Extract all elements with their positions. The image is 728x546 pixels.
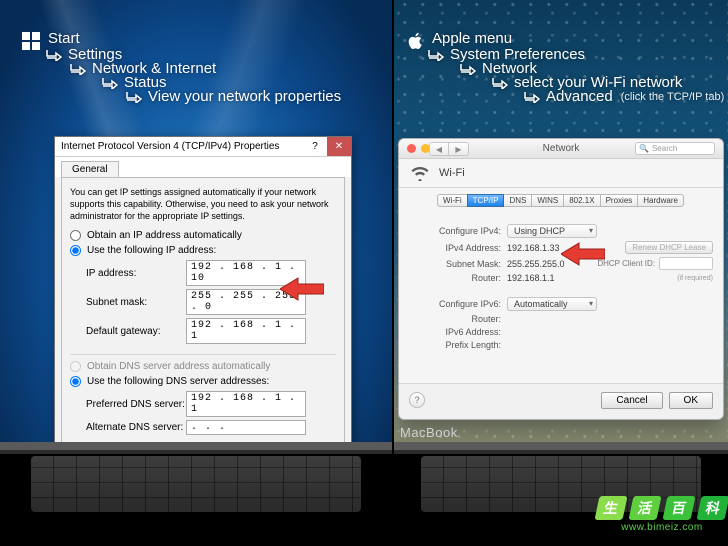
wifi-icon xyxy=(409,165,431,181)
macbook-label: MacBook xyxy=(400,425,458,440)
ipv4-address-label: IPv4 Address: xyxy=(409,243,507,253)
breadcrumb-windows: Start Settings Network & Internet Status… xyxy=(22,30,341,104)
alternate-dns-input[interactable]: . . . xyxy=(186,420,306,435)
tab-general[interactable]: General xyxy=(61,161,119,177)
info-text: You can get IP settings assigned automat… xyxy=(70,186,336,222)
configure-ipv4-select[interactable]: Using DHCP xyxy=(507,224,597,238)
arrow-icon xyxy=(492,77,508,89)
arrow-icon xyxy=(102,77,118,89)
watermark-url: www.bimeiz.com xyxy=(621,522,702,533)
close-button[interactable]: ✕ xyxy=(327,137,351,156)
crumb-view-properties: View your network properties xyxy=(148,90,341,104)
connection-name: Wi-Fi xyxy=(439,167,465,179)
watermark: 生 活 百 科 www.bimeiz.com xyxy=(602,488,722,540)
arrow-icon xyxy=(524,91,540,103)
tab-wins[interactable]: WINS xyxy=(531,194,564,207)
network-preferences-window: ◀ ▶ Network 🔍 Search Wi-Fi Wi-Fi TCP/IP … xyxy=(398,138,724,420)
configure-ipv6-label: Configure IPv6: xyxy=(409,299,507,309)
preferred-dns-input[interactable]: 192 . 168 . 1 . 1 xyxy=(186,391,306,417)
subnet-mask-label: Subnet Mask: xyxy=(409,259,507,269)
arrow-icon xyxy=(460,63,476,75)
dialog-title: Internet Protocol Version 4 (TCP/IPv4) P… xyxy=(61,141,279,152)
ipv6-router-label: Router: xyxy=(409,314,507,324)
arrow-icon xyxy=(126,91,142,103)
help-button[interactable]: ? xyxy=(303,137,327,156)
radio-obtain-ip[interactable]: Obtain an IP address automatically xyxy=(70,230,336,241)
help-button[interactable]: ? xyxy=(409,392,425,408)
tab-wifi[interactable]: Wi-Fi xyxy=(437,194,468,207)
tab-tcpip[interactable]: TCP/IP xyxy=(467,194,505,207)
windows-logo-icon xyxy=(22,32,40,50)
apple-logo-icon xyxy=(408,32,424,50)
tab-dns[interactable]: DNS xyxy=(503,194,532,207)
dhcp-client-id-label: DHCP Client ID: xyxy=(597,259,655,268)
ipv4-address-value: 192.168.1.33 xyxy=(507,243,560,253)
subnet-mask-value: 255.255.255.0 xyxy=(507,259,565,269)
tab-bar: Wi-Fi TCP/IP DNS WINS 802.1X Proxies Har… xyxy=(399,188,723,215)
arrow-icon xyxy=(70,63,86,75)
radio-use-dns[interactable]: Use the following DNS server addresses: xyxy=(70,376,336,387)
arrow-icon xyxy=(428,49,444,61)
dhcp-client-hint: (if required) xyxy=(677,275,713,282)
default-gateway-label: Default gateway: xyxy=(86,326,186,337)
ok-button[interactable]: OK xyxy=(669,392,713,409)
radio-use-ip[interactable]: Use the following IP address: xyxy=(70,245,336,256)
crumb-advanced: Advanced xyxy=(546,90,613,104)
tab-8021x[interactable]: 802.1X xyxy=(563,194,600,207)
tab-proxies[interactable]: Proxies xyxy=(600,194,639,207)
ip-address-label: IP address: xyxy=(86,268,186,279)
search-icon: 🔍 xyxy=(639,144,649,153)
tab-hardware[interactable]: Hardware xyxy=(637,194,684,207)
callout-arrow-router xyxy=(561,241,605,267)
preferred-dns-label: Preferred DNS server: xyxy=(86,399,186,410)
configure-ipv4-label: Configure IPv4: xyxy=(409,226,507,236)
renew-dhcp-button[interactable]: Renew DHCP Lease xyxy=(625,241,713,254)
ipv4-router-label: Router: xyxy=(409,273,507,283)
default-gateway-input[interactable]: 192 . 168 . 1 . 1 xyxy=(186,318,306,344)
laptop-keyboard xyxy=(0,442,392,546)
callout-arrow-gateway xyxy=(280,276,324,302)
alternate-dns-label: Alternate DNS server: xyxy=(86,422,186,433)
prefix-length-label: Prefix Length: xyxy=(409,340,507,350)
arrow-icon xyxy=(46,49,62,61)
crumb-start: Start xyxy=(48,32,80,46)
dhcp-client-id-input[interactable] xyxy=(659,257,713,270)
configure-ipv6-select[interactable]: Automatically xyxy=(507,297,597,311)
crumb-apple-menu: Apple menu xyxy=(432,32,512,46)
breadcrumb-mac: Apple menu System Preferences Network se… xyxy=(408,30,724,104)
subnet-mask-label: Subnet mask: xyxy=(86,297,186,308)
ipv6-address-label: IPv6 Address: xyxy=(409,327,507,337)
ipv4-router-value: 192.168.1.1 xyxy=(507,273,555,283)
search-input[interactable]: 🔍 Search xyxy=(635,142,715,155)
crumb-hint: (click the TCP/IP tab) xyxy=(621,90,725,104)
radio-obtain-dns[interactable]: Obtain DNS server address automatically xyxy=(70,361,336,372)
cancel-button[interactable]: Cancel xyxy=(601,392,662,409)
